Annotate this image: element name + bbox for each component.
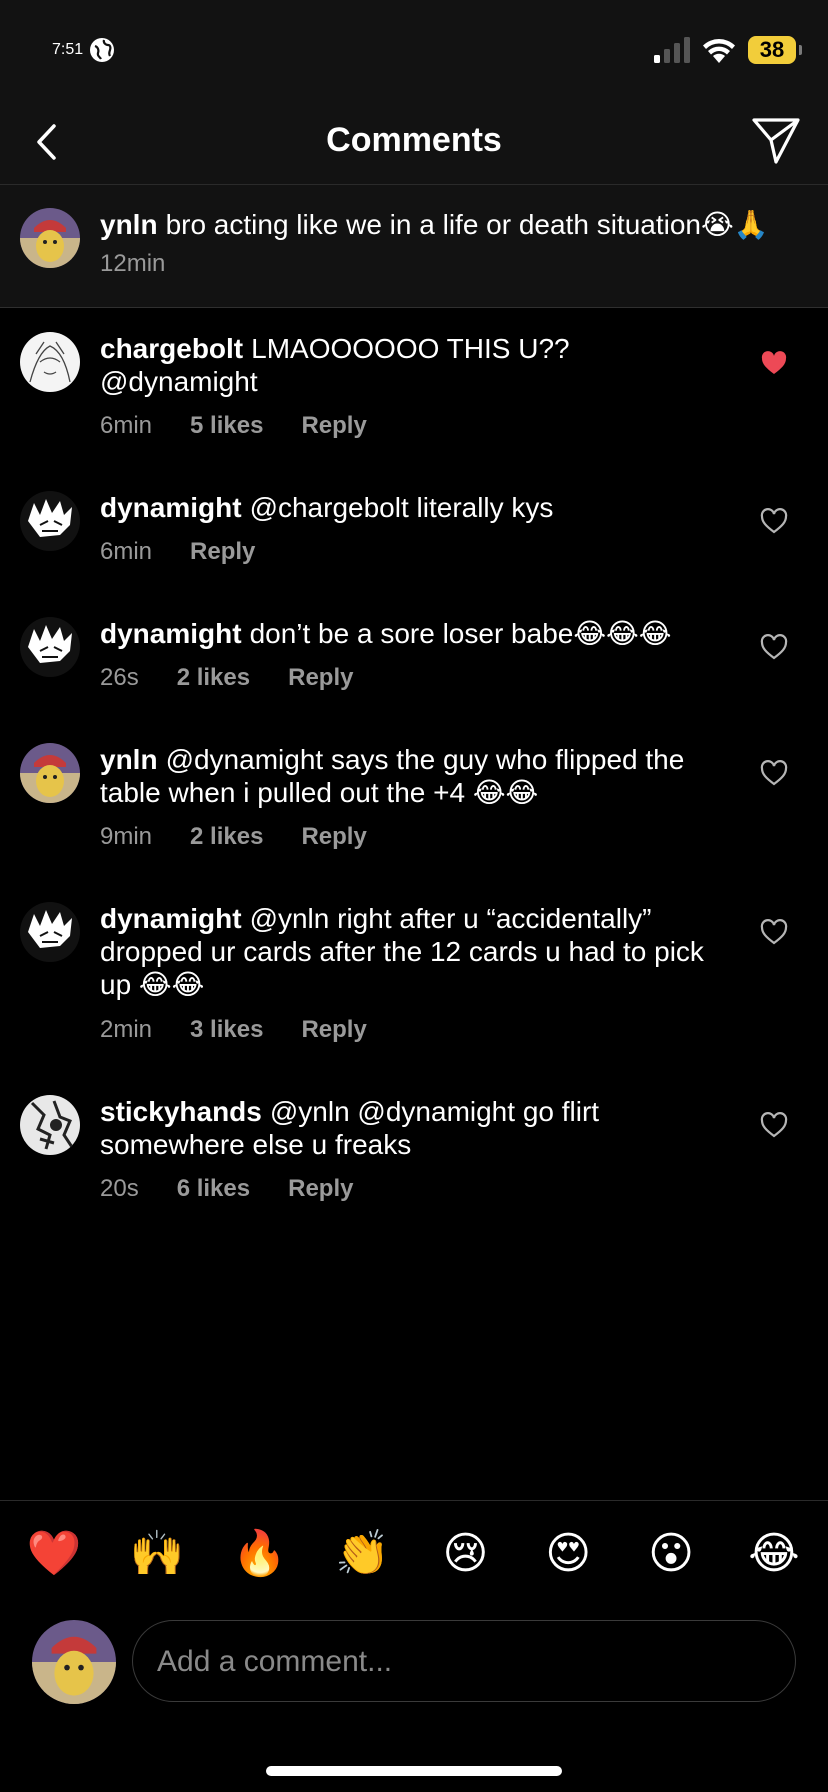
comment-text: chargebolt LMAOOOOOO THIS U?? @dynamight bbox=[100, 332, 720, 398]
timestamp: 2min bbox=[100, 1016, 153, 1043]
avatar[interactable] bbox=[20, 617, 80, 677]
reply-button[interactable]: Reply bbox=[301, 822, 366, 852]
comment-body: don’t be a sore loser babe😂😂😂 bbox=[249, 618, 672, 649]
paper-plane-icon bbox=[752, 118, 800, 164]
post-caption bbox=[0, 185, 828, 307]
status-bar-right: 38 bbox=[654, 34, 802, 66]
username[interactable]: ynln bbox=[100, 744, 158, 775]
comment-text: ynln @dynamight says the guy who flipped … bbox=[100, 743, 720, 809]
avatar[interactable] bbox=[20, 902, 80, 962]
timestamp: 20s bbox=[100, 1175, 139, 1202]
manga-avatar-image bbox=[20, 617, 80, 677]
heart-outline-icon[interactable] bbox=[760, 1112, 788, 1138]
emoji-heart-button[interactable]: ❤️ bbox=[26, 1526, 82, 1582]
comment-meta: 6min Reply bbox=[100, 537, 255, 567]
status-bar-time: 7:51 bbox=[52, 30, 115, 70]
emoji-fire-button[interactable]: 🔥 bbox=[232, 1526, 288, 1582]
avatar[interactable] bbox=[20, 332, 80, 392]
avatar[interactable] bbox=[20, 1095, 80, 1155]
sketch-avatar-image bbox=[20, 1095, 80, 1155]
likes-count[interactable]: 6 likes bbox=[177, 1174, 250, 1204]
emoji-reaction-bar: ❤️ 🙌 🔥 👏 😢 😍 😮 😂 bbox=[0, 1526, 828, 1582]
comment-text: dynamight @chargebolt literally kys bbox=[100, 491, 720, 524]
wifi-icon bbox=[703, 39, 735, 63]
pikachu-avatar-image bbox=[32, 1620, 116, 1704]
sketch-avatar-image bbox=[20, 332, 80, 392]
username[interactable]: dynamight bbox=[100, 492, 242, 523]
caption-divider bbox=[0, 307, 828, 308]
battery-level: 38 bbox=[759, 37, 785, 62]
timestamp: 6min bbox=[100, 412, 153, 439]
comment-text: dynamight @ynln right after u “accidental… bbox=[100, 902, 720, 1001]
home-indicator[interactable] bbox=[266, 1766, 562, 1776]
location-globe-icon bbox=[90, 38, 115, 62]
heart-outline-icon[interactable] bbox=[760, 634, 788, 660]
reply-button[interactable]: Reply bbox=[288, 663, 353, 693]
heart-outline-icon[interactable] bbox=[760, 919, 788, 945]
comment-meta: 2min 3 likes Reply bbox=[100, 1015, 367, 1045]
username[interactable]: dynamight bbox=[100, 618, 242, 649]
emoji-clap-button[interactable]: 👏 bbox=[335, 1526, 391, 1582]
comment-body: @dynamight says the guy who flipped the … bbox=[100, 744, 685, 808]
avatar[interactable] bbox=[20, 743, 80, 803]
reactions-divider bbox=[0, 1500, 828, 1501]
emoji-raised-hands-button[interactable]: 🙌 bbox=[129, 1526, 185, 1582]
comment-text: stickyhands @ynln @dynamight go flirt som… bbox=[100, 1095, 720, 1161]
caption-meta: 12min bbox=[100, 249, 165, 279]
reply-button[interactable]: Reply bbox=[301, 411, 366, 441]
reply-button[interactable]: Reply bbox=[301, 1015, 366, 1045]
comment-meta: 20s 6 likes Reply bbox=[100, 1174, 353, 1204]
reply-button[interactable]: Reply bbox=[288, 1174, 353, 1204]
comment-composer[interactable] bbox=[132, 1620, 796, 1703]
pikachu-avatar-image bbox=[20, 743, 80, 803]
avatar[interactable] bbox=[20, 491, 80, 551]
caption-body: bro acting like we in a life or death si… bbox=[165, 209, 769, 240]
manga-avatar-image bbox=[20, 902, 80, 962]
pikachu-avatar-image bbox=[20, 208, 80, 268]
emoji-crying-button[interactable]: 😢 bbox=[437, 1526, 493, 1582]
timestamp: 26s bbox=[100, 664, 139, 691]
comment-input[interactable] bbox=[155, 1621, 779, 1703]
clock: 7:51 bbox=[52, 41, 84, 58]
heart-outline-icon[interactable] bbox=[760, 508, 788, 534]
emoji-laughing-button[interactable]: 😂 bbox=[746, 1526, 802, 1582]
share-button[interactable] bbox=[750, 114, 802, 166]
likes-count[interactable]: 2 likes bbox=[177, 663, 250, 693]
username[interactable]: ynln bbox=[100, 209, 158, 240]
username[interactable]: chargebolt bbox=[100, 333, 243, 364]
heart-outline-icon[interactable] bbox=[760, 760, 788, 786]
battery-indicator: 38 bbox=[748, 36, 802, 64]
current-user-avatar bbox=[32, 1620, 116, 1704]
reply-button[interactable]: Reply bbox=[190, 537, 255, 567]
heart-icon[interactable] bbox=[760, 350, 788, 376]
cellular-signal-icon bbox=[654, 37, 690, 63]
emoji-surprised-button[interactable]: 😮 bbox=[643, 1526, 699, 1582]
avatar[interactable] bbox=[20, 208, 80, 268]
comment-text: dynamight don’t be a sore loser babe😂😂😂 bbox=[100, 617, 720, 650]
timestamp: 6min bbox=[100, 538, 153, 565]
page-title: Comments bbox=[326, 121, 502, 159]
comment-body: @chargebolt literally kys bbox=[249, 492, 554, 523]
username[interactable]: stickyhands bbox=[100, 1096, 262, 1127]
likes-count[interactable]: 2 likes bbox=[190, 822, 263, 852]
timestamp: 12min bbox=[100, 250, 166, 277]
username[interactable]: dynamight bbox=[100, 903, 242, 934]
caption-text: ynln bro acting like we in a life or deat… bbox=[100, 208, 820, 241]
emoji-heart-eyes-button[interactable]: 😍 bbox=[540, 1526, 596, 1582]
likes-count[interactable]: 3 likes bbox=[190, 1015, 263, 1045]
comment-meta: 26s 2 likes Reply bbox=[100, 663, 353, 693]
comment-meta: 6min 5 likes Reply bbox=[100, 411, 367, 441]
manga-avatar-image bbox=[20, 491, 80, 551]
likes-count[interactable]: 5 likes bbox=[190, 411, 263, 441]
timestamp: 9min bbox=[100, 823, 153, 850]
comment-meta: 9min 2 likes Reply bbox=[100, 822, 367, 852]
